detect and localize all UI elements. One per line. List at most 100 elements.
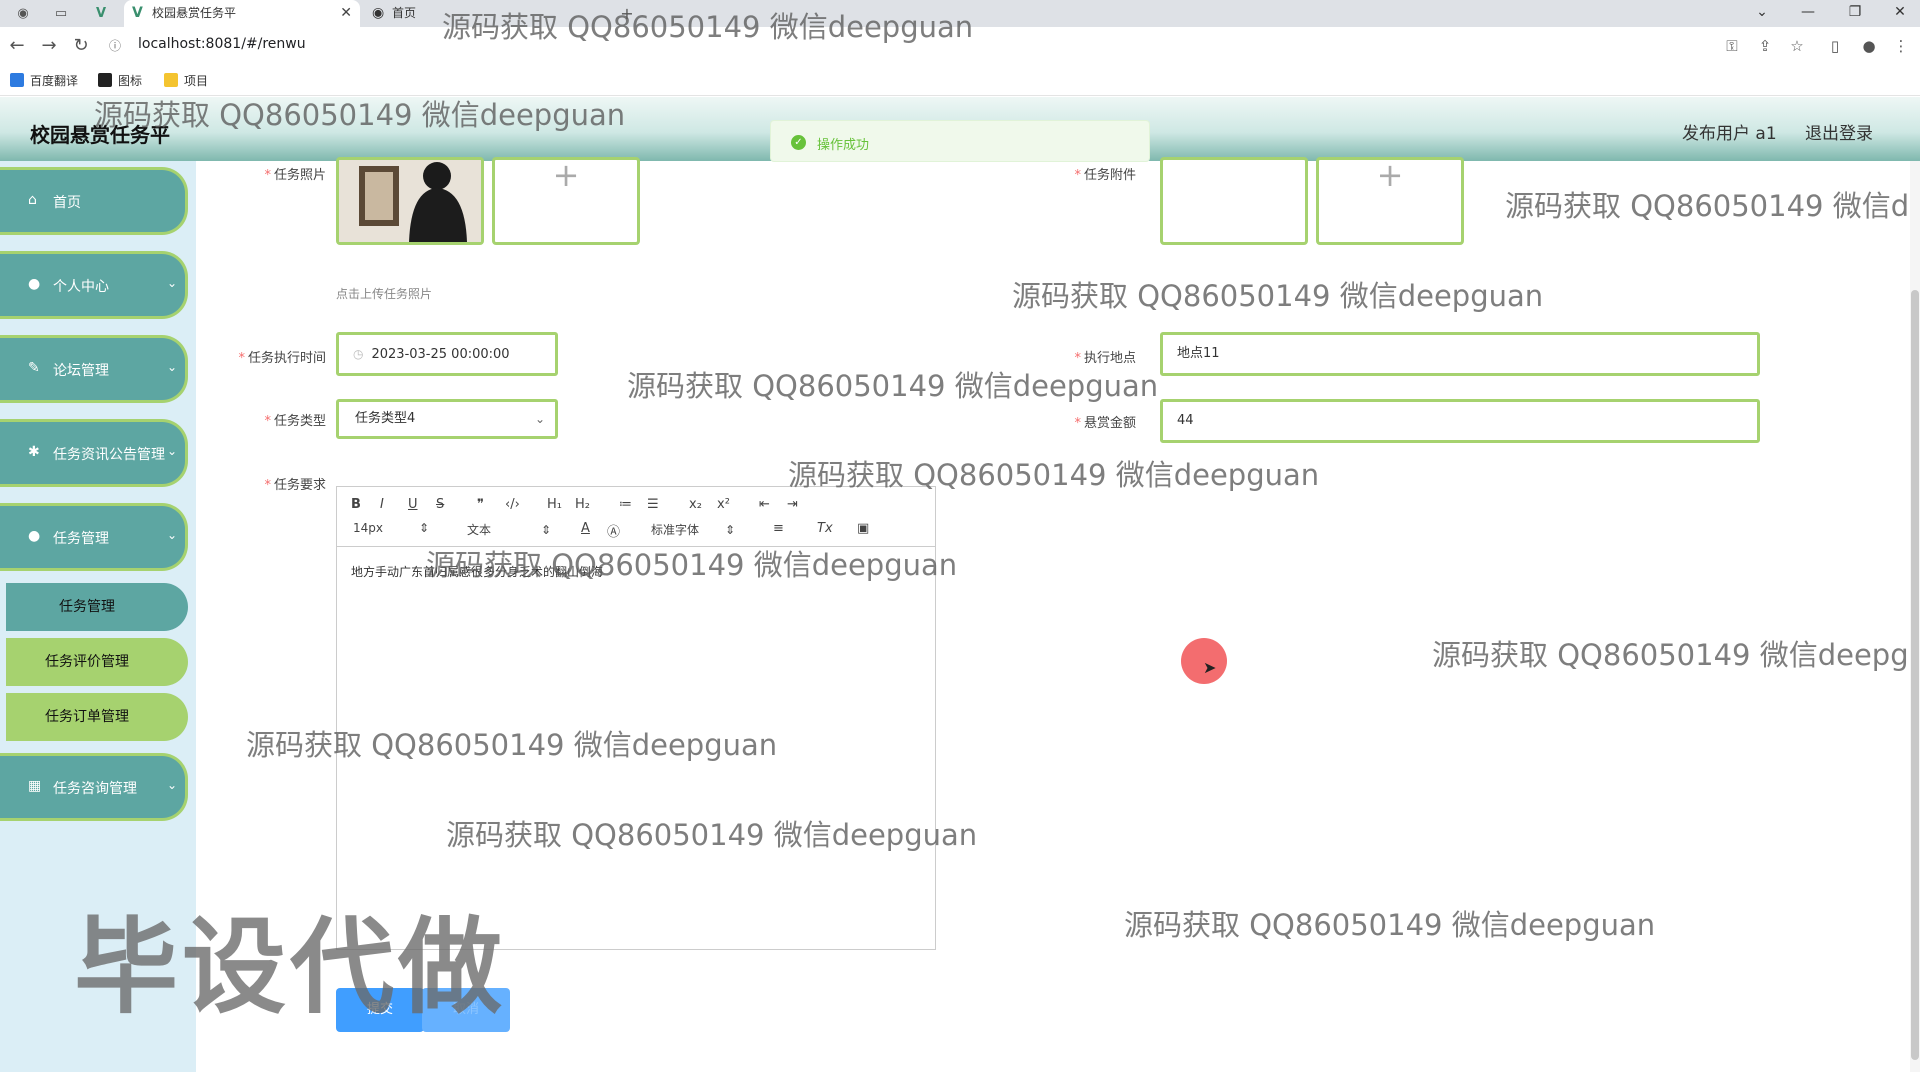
photo-upload-button[interactable]: + — [492, 157, 640, 245]
big-watermark: 毕设代做 — [74, 906, 507, 1028]
photo-image — [339, 160, 481, 242]
app-title: 校园悬赏任务平 — [30, 123, 170, 147]
chevron-down-icon: ⌄ — [166, 360, 177, 374]
menu-dots-icon[interactable]: ⋮ — [1890, 35, 1912, 57]
align-icon[interactable]: ≡ — [773, 521, 784, 536]
sidebar-item-personal[interactable]: ● 个人中心 ⌄ — [0, 251, 188, 319]
bullet-list-icon[interactable]: ☰ — [647, 497, 659, 512]
bookmark-project[interactable]: 项目 — [164, 73, 208, 89]
attachment-label: * 任务附件 — [1074, 168, 1136, 183]
browser-tab-active[interactable]: V 校园悬赏任务平 ✕ — [124, 0, 360, 27]
logout-link[interactable]: 退出登录 — [1805, 119, 1873, 144]
chevron-down-icon[interactable]: ⌄ — [1742, 0, 1782, 27]
tab-icon-vue[interactable]: V — [86, 4, 116, 24]
new-tab-icon[interactable]: + — [612, 4, 642, 24]
location-label: * 执行地点 — [1074, 351, 1136, 366]
tab-title: 校园悬赏任务平 — [152, 6, 237, 20]
restore-icon[interactable]: ❐ — [1835, 0, 1875, 27]
chevron-down-icon: ⌄ — [166, 528, 177, 542]
submenu-task-review[interactable]: 任务评价管理 — [6, 638, 188, 686]
cursor-highlight: ➤ — [1181, 638, 1227, 684]
underline-icon[interactable]: U — [408, 497, 418, 512]
current-user-label: 发布用户 a1 — [1682, 124, 1777, 144]
browser-tab-bar: ◉ ▭ V V 校园悬赏任务平 ✕ ◉ 首页 + ⌄ — ❐ ✕ — [0, 0, 1920, 27]
back-icon[interactable]: ← — [6, 35, 28, 57]
tab-title-second: 首页 — [392, 6, 417, 20]
italic-icon[interactable]: I — [380, 497, 384, 512]
reward-label: * 悬赏金额 — [1074, 416, 1136, 431]
folder-icon — [164, 73, 178, 87]
sidepanel-icon[interactable]: ▯ — [1824, 35, 1846, 57]
forum-icon: ✎ — [28, 360, 40, 376]
strike-icon[interactable]: S — [436, 497, 444, 512]
address-bar-row: ← → ↻ ⓘ localhost:8081/#/renwu ⚿ ⇪ ☆ ▯ ●… — [0, 27, 1920, 66]
chevron-down-icon: ⌄ — [166, 444, 177, 458]
font-color-icon[interactable]: A — [581, 521, 590, 536]
close-icon[interactable]: ✕ — [340, 0, 352, 27]
vue-icon: V — [132, 5, 143, 21]
home-icon: ⌂ — [28, 192, 37, 208]
forward-icon[interactable]: → — [38, 35, 60, 57]
scrollbar-thumb[interactable] — [1911, 290, 1919, 1060]
quote-icon[interactable]: ❞ — [477, 497, 484, 512]
url-field[interactable]: localhost:8081/#/renwu — [138, 36, 306, 52]
photo-thumbnail[interactable] — [336, 157, 484, 245]
check-circle-icon: ✓ — [791, 135, 806, 150]
bg-color-icon[interactable]: Ⓐ — [607, 521, 620, 540]
star-icon[interactable]: ☆ — [1786, 35, 1808, 57]
key-icon[interactable]: ⚿ — [1721, 35, 1743, 57]
ordered-list-icon[interactable]: ≔ — [619, 497, 632, 512]
profile-icon[interactable]: ● — [1858, 35, 1880, 57]
browser-tab-second[interactable]: ◉ 首页 — [364, 0, 484, 27]
reload-icon[interactable]: ↻ — [70, 35, 92, 57]
toast-message: 操作成功 — [817, 138, 870, 153]
tab-icon-1[interactable]: ◉ — [8, 4, 38, 24]
minimize-icon[interactable]: — — [1788, 0, 1828, 27]
font-family-select[interactable]: 标准字体 ⇕ — [651, 521, 735, 538]
attachment-slot[interactable] — [1160, 157, 1308, 245]
image-icon[interactable]: ▣ — [857, 521, 869, 536]
select-arrows-icon: ⇕ — [725, 523, 736, 537]
globe-icon: ◉ — [372, 5, 385, 21]
chevron-down-icon: ⌄ — [166, 276, 177, 290]
h2-icon[interactable]: H₂ — [575, 497, 590, 512]
photo-label: * 任务照片 — [264, 168, 326, 183]
location-input[interactable]: 地点11 — [1160, 332, 1760, 376]
translate-icon — [10, 73, 24, 87]
type-select[interactable]: 任务类型4 ⌄ — [336, 399, 558, 439]
editor-content[interactable]: 地方手动广东首归属感很多分身乏术的翻山倒海 — [351, 563, 603, 580]
sidebar-item-consult[interactable]: ▦ 任务咨询管理 ⌄ — [0, 753, 188, 821]
submenu-task-order[interactable]: 任务订单管理 — [6, 693, 188, 741]
block-format-select[interactable]: 文本 ⇕ — [467, 521, 551, 538]
bookmarks-bar: 百度翻译 图标 项目 — [0, 66, 1920, 96]
news-icon: ✱ — [28, 444, 40, 460]
superscript-icon[interactable]: x² — [717, 497, 730, 512]
subscript-icon[interactable]: x₂ — [689, 497, 702, 512]
chevron-down-icon: ⌄ — [534, 412, 545, 426]
type-label: * 任务类型 — [264, 414, 326, 429]
bold-icon[interactable]: B — [351, 497, 361, 512]
bookmark-icons[interactable]: 图标 — [98, 73, 142, 89]
tab-icon-2[interactable]: ▭ — [46, 4, 76, 24]
exec-time-picker[interactable]: ◷ 2023-03-25 00:00:00 — [336, 332, 558, 376]
photo-hint: 点击上传任务照片 — [336, 287, 433, 301]
window-close-icon[interactable]: ✕ — [1880, 0, 1920, 27]
sidebar-item-task-mgmt[interactable]: ● 任务管理 ⌄ — [0, 503, 188, 571]
code-icon[interactable]: ‹/› — [505, 497, 520, 512]
info-icon[interactable]: ⓘ — [104, 35, 126, 57]
sidebar-item-news[interactable]: ✱ 任务资讯公告管理 ⌄ — [0, 419, 188, 487]
h1-icon[interactable]: H₁ — [547, 497, 562, 512]
sidebar-item-home[interactable]: ⌂ 首页 — [0, 167, 188, 235]
bookmark-baidu-translate[interactable]: 百度翻译 — [10, 73, 78, 89]
attachment-upload-button[interactable]: + — [1316, 157, 1464, 245]
outdent-icon[interactable]: ⇤ — [759, 497, 770, 512]
font-size-select[interactable]: 14px ⇕ — [353, 521, 429, 535]
submenu-task-mgmt[interactable]: 任务管理 — [6, 583, 188, 631]
rich-text-editor[interactable]: B I U S ❞ ‹/› H₁ H₂ ≔ ☰ x₂ x² ⇤ ⇥ 14px ⇕ … — [336, 486, 936, 950]
reward-input[interactable]: 44 — [1160, 399, 1760, 443]
sidebar-item-forum[interactable]: ✎ 论坛管理 ⌄ — [0, 335, 188, 403]
share-icon[interactable]: ⇪ — [1754, 35, 1776, 57]
indent-icon[interactable]: ⇥ — [787, 497, 798, 512]
editor-toolbar: B I U S ❞ ‹/› H₁ H₂ ≔ ☰ x₂ x² ⇤ ⇥ 14px ⇕ … — [337, 487, 935, 547]
clear-format-icon[interactable]: Tx — [817, 521, 833, 536]
